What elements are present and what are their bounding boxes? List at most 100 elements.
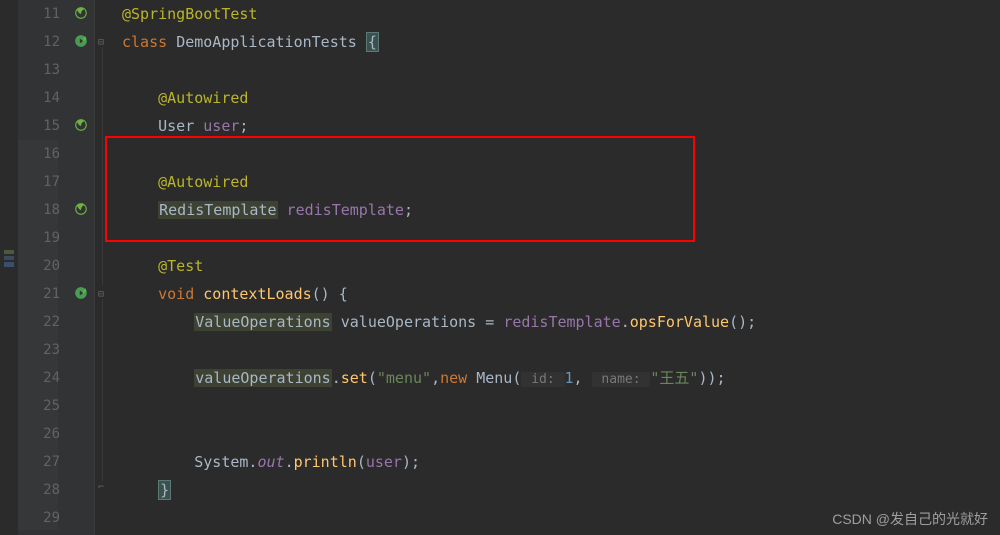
- code-line[interactable]: }: [122, 476, 1000, 504]
- keyword: class: [122, 33, 176, 51]
- code-line[interactable]: void contextLoads() {: [122, 280, 1000, 308]
- brace: }: [158, 480, 171, 500]
- code-line[interactable]: RedisTemplate redisTemplate;: [122, 196, 1000, 224]
- fold-gutter[interactable]: ⊟ ⊟ ⌐: [94, 0, 110, 535]
- keyword: void: [158, 285, 203, 303]
- code-line[interactable]: System.out.println(user);: [122, 448, 1000, 476]
- line-number[interactable]: 29: [18, 504, 60, 532]
- out: out: [257, 453, 284, 471]
- field: user: [203, 117, 239, 135]
- semicolon: ;: [404, 201, 413, 219]
- fold-minus-icon[interactable]: ⊟: [98, 37, 108, 47]
- var: valueOperations =: [332, 313, 504, 331]
- code-line[interactable]: @Autowired: [122, 168, 1000, 196]
- line-number[interactable]: 13: [18, 56, 60, 84]
- field: user: [366, 453, 402, 471]
- type: User: [158, 117, 203, 135]
- line-number[interactable]: 27: [18, 448, 60, 476]
- line-number[interactable]: 12: [18, 28, 60, 56]
- minimap[interactable]: [0, 0, 18, 535]
- fold-end-icon[interactable]: ⌐: [98, 482, 108, 492]
- line-number[interactable]: 11: [18, 0, 60, 28]
- parens: () {: [312, 285, 348, 303]
- line-number[interactable]: 22: [18, 308, 60, 336]
- line-number[interactable]: 18: [18, 196, 60, 224]
- type: ValueOperations: [194, 313, 331, 331]
- field: redisTemplate: [503, 313, 620, 331]
- method: println: [294, 453, 357, 471]
- line-number[interactable]: 19: [18, 224, 60, 252]
- line-number[interactable]: 25: [18, 392, 60, 420]
- code-line[interactable]: [122, 420, 1000, 448]
- line-number[interactable]: 20: [18, 252, 60, 280]
- semicolon: ;: [239, 117, 248, 135]
- system: System.: [194, 453, 257, 471]
- comma: ,: [574, 369, 592, 387]
- number: 1: [565, 369, 574, 387]
- type: RedisTemplate: [158, 201, 277, 219]
- method: set: [341, 369, 368, 387]
- annotation: @Autowired: [158, 89, 248, 107]
- run-test-icon[interactable]: [74, 34, 90, 50]
- code-line[interactable]: class DemoApplicationTests {: [122, 28, 1000, 56]
- paren: (: [368, 369, 377, 387]
- line-number[interactable]: 28: [18, 476, 60, 504]
- annotation: @SpringBootTest: [122, 5, 257, 23]
- code-line[interactable]: User user;: [122, 112, 1000, 140]
- code-line[interactable]: [122, 224, 1000, 252]
- close: ));: [698, 369, 725, 387]
- minimap-marker: [4, 250, 14, 254]
- code-line[interactable]: @Autowired: [122, 84, 1000, 112]
- line-number[interactable]: 14: [18, 84, 60, 112]
- string: "menu": [377, 369, 431, 387]
- close: );: [402, 453, 420, 471]
- paren: (: [357, 453, 366, 471]
- code-line[interactable]: [122, 56, 1000, 84]
- dot: .: [332, 369, 341, 387]
- string: "王五": [650, 369, 698, 387]
- code-line[interactable]: @Test: [122, 252, 1000, 280]
- line-number[interactable]: 15: [18, 112, 60, 140]
- dot: .: [621, 313, 630, 331]
- annotation: @Autowired: [158, 173, 248, 191]
- icon-gutter: [70, 0, 94, 535]
- method: opsForValue: [630, 313, 729, 331]
- fold-line: [102, 299, 103, 481]
- code-content[interactable]: @SpringBootTest class DemoApplicationTes…: [110, 0, 1000, 535]
- end: ();: [729, 313, 756, 331]
- code-line[interactable]: [122, 140, 1000, 168]
- comma: ,: [431, 369, 440, 387]
- minimap-marker: [4, 256, 14, 260]
- watermark: CSDN @发自己的光就好: [832, 509, 988, 529]
- param-hint: name:: [592, 372, 651, 387]
- code-line[interactable]: @SpringBootTest: [122, 0, 1000, 28]
- spring-leaf-icon[interactable]: [74, 118, 90, 134]
- run-test-icon[interactable]: [74, 286, 90, 302]
- line-number[interactable]: 17: [18, 168, 60, 196]
- keyword: new: [440, 369, 476, 387]
- line-number-gutter[interactable]: 11 12 13 14 15 16 17 18 19 20 21 22 23 2…: [18, 0, 70, 535]
- spring-leaf-icon[interactable]: [74, 202, 90, 218]
- param-hint: id:: [521, 372, 564, 387]
- class-name: DemoApplicationTests: [176, 33, 366, 51]
- line-number[interactable]: 26: [18, 420, 60, 448]
- dot: .: [285, 453, 294, 471]
- spring-leaf-icon[interactable]: [74, 6, 90, 22]
- line-number[interactable]: 21: [18, 280, 60, 308]
- field: redisTemplate: [278, 201, 404, 219]
- brace: {: [366, 32, 379, 52]
- minimap-marker: [4, 262, 14, 267]
- code-line[interactable]: [122, 336, 1000, 364]
- class: Menu(: [476, 369, 521, 387]
- method-name: contextLoads: [203, 285, 311, 303]
- line-number[interactable]: 23: [18, 336, 60, 364]
- line-number[interactable]: 24: [18, 364, 60, 392]
- fold-minus-icon[interactable]: ⊟: [98, 289, 108, 299]
- fold-line: [102, 47, 103, 285]
- code-line[interactable]: [122, 392, 1000, 420]
- code-line[interactable]: ValueOperations valueOperations = redisT…: [122, 308, 1000, 336]
- code-editor[interactable]: 11 12 13 14 15 16 17 18 19 20 21 22 23 2…: [0, 0, 1000, 535]
- var: valueOperations: [194, 369, 331, 387]
- code-line[interactable]: valueOperations.set("menu",new Menu( id:…: [122, 364, 1000, 392]
- line-number[interactable]: 16: [18, 140, 60, 168]
